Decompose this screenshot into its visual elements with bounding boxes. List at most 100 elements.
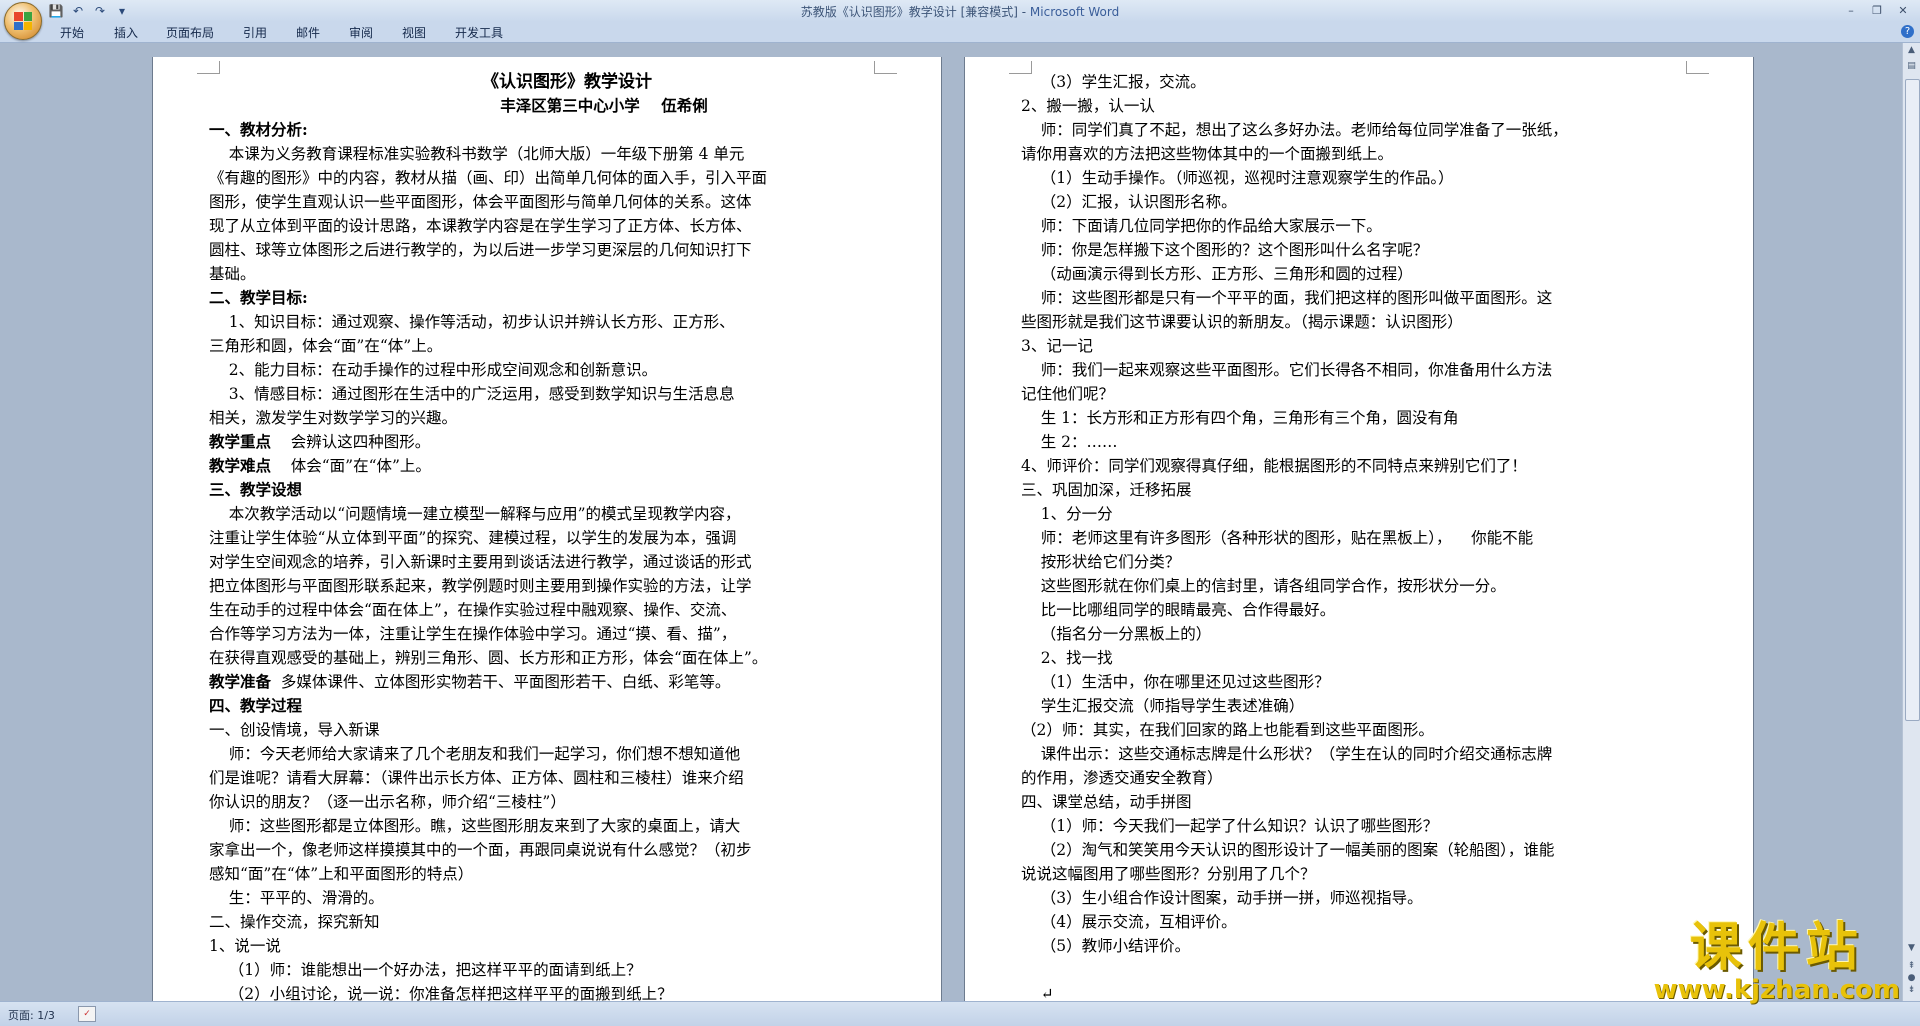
paragraph-line[interactable]: 三角形和圆，体会“面”在“体”上。 [209,334,869,358]
paragraph-line[interactable]: （1）生动手操作。（师巡视，巡视时注意观察学生的作品。） [1021,166,1681,190]
close-button[interactable]: ✕ [1890,0,1916,20]
paragraph-line[interactable]: 基础。 [209,262,869,286]
minimize-button[interactable]: – [1838,0,1864,20]
paragraph-line[interactable]: （2）淘气和笑笑用今天认识的图形设计了一幅美丽的图案（轮船图），谁能 [1021,838,1681,862]
restore-button[interactable]: ❐ [1864,0,1890,20]
tab-mailings[interactable]: 邮件 [296,24,320,41]
paragraph-line[interactable]: 师：今天老师给大家请来了几个老朋友和我们一起学习，你们想不想知道他 [209,742,869,766]
paragraph-line[interactable]: 本次教学活动以“问题情境一建立模型一解释与应用”的模式呈现教学内容， [209,502,869,526]
paragraph-line[interactable]: 三、巩固加深，迁移拓展 [1021,478,1681,502]
paragraph-line[interactable]: （3）学生汇报，交流。 [1021,70,1681,94]
document-page-1[interactable]: 《认识图形》教学设计 丰泽区第三中心小学 伍希俐 一、教材分析: 本课为义务教育课程… [152,57,942,1015]
paragraph-line[interactable]: 注重让学生体验“从立体到平面”的探究、建模过程，以学生的发展为本，强调 [209,526,869,550]
paragraph-line[interactable]: 感知“面”在“体”上和平面图形的特点） [209,862,869,886]
paragraph-line[interactable]: 3、情感目标：通过图形在生活中的广泛运用，感受到数学知识与生活息息 [209,382,869,406]
paragraph-line[interactable]: 生在动手的过程中体会“面在体上”，在操作实验过程中融观察、操作、交流、 [209,598,869,622]
paragraph-line[interactable]: 2、搬一搬，认一认 [1021,94,1681,118]
paragraph-line[interactable]: 相关，激发学生对数学学习的兴趣。 [209,406,869,430]
paragraph-line[interactable]: 课件出示：这些交通标志牌是什么形状？（学生在认的同时介绍交通标志牌 [1021,742,1681,766]
paragraph-line[interactable]: 教学重点 会辨认这四种图形。 [209,430,869,454]
ruler-toggle-icon[interactable]: ▤ [1905,61,1918,75]
tab-view[interactable]: 视图 [402,24,426,41]
paragraph-line[interactable]: 二、教学目标: [209,286,869,310]
paragraph-line[interactable]: 家拿出一个，像老师这样摸摸其中的一个面，再跟同桌说说有什么感觉？（初步 [209,838,869,862]
paragraph-line[interactable]: 教学难点 体会“面”在“体”上。 [209,454,869,478]
paragraph-line[interactable]: 师：同学们真了不起，想出了这么多好办法。老师给每位同学准备了一张纸， [1021,118,1681,142]
paragraph-line[interactable]: 师：老师这里有许多图形（各种形状的图形，贴在黑板上）， 你能不能 [1021,526,1681,550]
paragraph-line[interactable]: 3、记一记 [1021,334,1681,358]
paragraph-line[interactable]: 们是谁呢？请看大屏幕：（课件出示长方体、正方体、圆柱和三棱柱）谁来介绍 [209,766,869,790]
paragraph-line[interactable]: 一、创设情境，导入新课 [209,718,869,742]
tab-home[interactable]: 开始 [60,24,84,41]
next-page-icon[interactable]: ⇟ [1905,985,1918,999]
paragraph-line[interactable]: 这些图形就在你们桌上的信封里，请各组同学合作，按形状分一分。 [1021,574,1681,598]
paragraph-line[interactable]: 2、找一找 [1021,646,1681,670]
paragraph-line[interactable]: 四、课堂总结，动手拼图 [1021,790,1681,814]
paragraph-line[interactable]: 1、说一说 [209,934,869,958]
paragraph-line[interactable]: 《认识图形》教学设计 [209,70,869,94]
paragraph-line[interactable]: 比一比哪组同学的眼睛最亮、合作得最好。 [1021,598,1681,622]
paragraph-line[interactable]: （2）汇报，认识图形名称。 [1021,190,1681,214]
paragraph-line[interactable]: 生 2：…… [1021,430,1681,454]
paragraph-line[interactable]: （1）生活中，你在哪里还见过这些图形？ [1021,670,1681,694]
paragraph-line[interactable]: 《有趣的图形》中的内容，教材从描（画、印）出简单几何体的面入手，引入平面 [209,166,869,190]
paragraph-line[interactable]: 二、操作交流，探究新知 [209,910,869,934]
paragraph-line[interactable]: 师：这些图形都是立体图形。瞧，这些图形朋友来到了大家的桌面上，请大 [209,814,869,838]
page-text-left[interactable]: 《认识图形》教学设计 丰泽区第三中心小学 伍希俐 一、教材分析: 本课为义务教育课程… [209,70,869,1006]
paragraph-line[interactable]: 圆柱、球等立体图形之后进行教学的，为以后进一步学习更深层的几何知识打下 [209,238,869,262]
paragraph-line[interactable]: （动画演示得到长方形、正方形、三角形和圆的过程） [1021,262,1681,286]
paragraph-line[interactable]: 教学准备 多媒体课件、立体图形实物若干、平面图形若干、白纸、彩笔等。 [209,670,869,694]
paragraph-line[interactable]: 2、能力目标：在动手操作的过程中形成空间观念和创新意识。 [209,358,869,382]
paragraph-line[interactable]: （5）教师小结评价。 [1021,934,1681,958]
paragraph-line[interactable]: 按形状给它们分类？ [1021,550,1681,574]
document-page-2[interactable]: （3）学生汇报，交流。 2、搬一搬，认一认 师：同学们真了不起，想出了这么多好办法… [964,57,1754,1015]
paragraph-line[interactable]: 记住他们呢？ [1021,382,1681,406]
paragraph-line[interactable]: 本课为义务教育课程标准实验教科书数学（北师大版）一年级下册第 4 单元 [209,142,869,166]
paragraph-line[interactable]: （2）师：其实，在我们回家的路上也能看到这些平面图形。 [1021,718,1681,742]
paragraph-line[interactable]: 请你用喜欢的方法把这些物体其中的一个面搬到纸上。 [1021,142,1681,166]
paragraph-line[interactable]: （1）师：今天我们一起学了什么知识？认识了哪些图形？ [1021,814,1681,838]
paragraph-line[interactable]: 现了从立体到平面的设计思路，本课教学内容是在学生学习了正方体、长方体、 [209,214,869,238]
proofing-icon[interactable]: ✓ [78,1006,96,1022]
paragraph-line[interactable]: 师：下面请几位同学把你的作品给大家展示一下。 [1021,214,1681,238]
paragraph-line[interactable]: 学生汇报交流（师指导学生表述准确） [1021,694,1681,718]
paragraph-line[interactable]: 四、教学过程 [209,694,869,718]
paragraph-line[interactable]: 对学生空间观念的培养，引入新课时主要用到谈话法进行教学，通过谈话的形式 [209,550,869,574]
paragraph-line[interactable]: 些图形就是我们这节课要认识的新朋友。（揭示课题：认识图形） [1021,310,1681,334]
office-button-icon[interactable] [4,2,42,40]
paragraph-line[interactable]: 说说这幅图用了哪些图形？分别用了几个？ [1021,862,1681,886]
tab-references[interactable]: 引用 [243,24,267,41]
paragraph-line[interactable]: 师：你是怎样搬下这个图形的？这个图形叫什么名字呢？ [1021,238,1681,262]
tab-insert[interactable]: 插入 [114,24,138,41]
paragraph-line[interactable]: 师：我们一起来观察这些平面图形。它们长得各不相同，你准备用什么方法 [1021,358,1681,382]
scroll-down-icon[interactable]: ▼ [1905,943,1918,957]
paragraph-line[interactable]: 图形，使学生直观认识一些平面图形，体会平面图形与简单几何体的关系。这体 [209,190,869,214]
paragraph-line[interactable]: 生 1：长方形和正方形有四个角，三角形有三个角，圆没有角 [1021,406,1681,430]
vertical-scrollbar[interactable]: ▲ ▤ ▼ ⇞ ● ⇟ [1902,43,1920,1001]
tab-page-layout[interactable]: 页面布局 [166,24,214,41]
paragraph-line[interactable]: 丰泽区第三中心小学 伍希俐 [209,94,869,118]
paragraph-line[interactable]: （指名分一分黑板上的） [1021,622,1681,646]
paragraph-line[interactable]: （4）展示交流，互相评价。 [1021,910,1681,934]
paragraph-line[interactable]: 你认识的朋友？（逐一出示名称，师介绍“三棱柱”） [209,790,869,814]
tab-developer[interactable]: 开发工具 [455,24,503,41]
page-count[interactable]: 页面: 1/3 [8,1007,55,1023]
help-icon[interactable]: ? [1901,25,1914,38]
paragraph-line[interactable] [1021,958,1681,982]
scroll-up-icon[interactable]: ▲ [1905,45,1918,59]
paragraph-line[interactable]: （1）师：谁能想出一个好办法，把这样平平的面请到纸上？ [209,958,869,982]
tab-review[interactable]: 审阅 [349,24,373,41]
paragraph-line[interactable]: 4、师评价：同学们观察得真仔细，能根据图形的不同特点来辨别它们了！ [1021,454,1681,478]
paragraph-line[interactable]: 1、知识目标：通过观察、操作等活动，初步认识并辨认长方形、正方形、 [209,310,869,334]
paragraph-line[interactable]: 三、教学设想 [209,478,869,502]
paragraph-line[interactable]: （3）生小组合作设计图案，动手拼一拼，师巡视指导。 [1021,886,1681,910]
scroll-thumb[interactable] [1905,79,1920,721]
paragraph-line[interactable]: 的作用，渗透交通安全教育） [1021,766,1681,790]
paragraph-line[interactable]: 把立体图形与平面图形联系起来，教学例题时则主要用到操作实验的方法，让学 [209,574,869,598]
paragraph-line[interactable]: 在获得直观感受的基础上，辨别三角形、圆、长方形和正方形，体会“面在体上”。 [209,646,869,670]
paragraph-line[interactable]: 1、分一分 [1021,502,1681,526]
paragraph-line[interactable]: 一、教材分析: [209,118,869,142]
paragraph-line[interactable]: 师：这些图形都是只有一个平平的面，我们把这样的图形叫做平面图形。这 [1021,286,1681,310]
page-text-right[interactable]: （3）学生汇报，交流。 2、搬一搬，认一认 师：同学们真了不起，想出了这么多好办法… [1021,70,1681,1006]
paragraph-line[interactable]: 生：平平的、滑滑的。 [209,886,869,910]
